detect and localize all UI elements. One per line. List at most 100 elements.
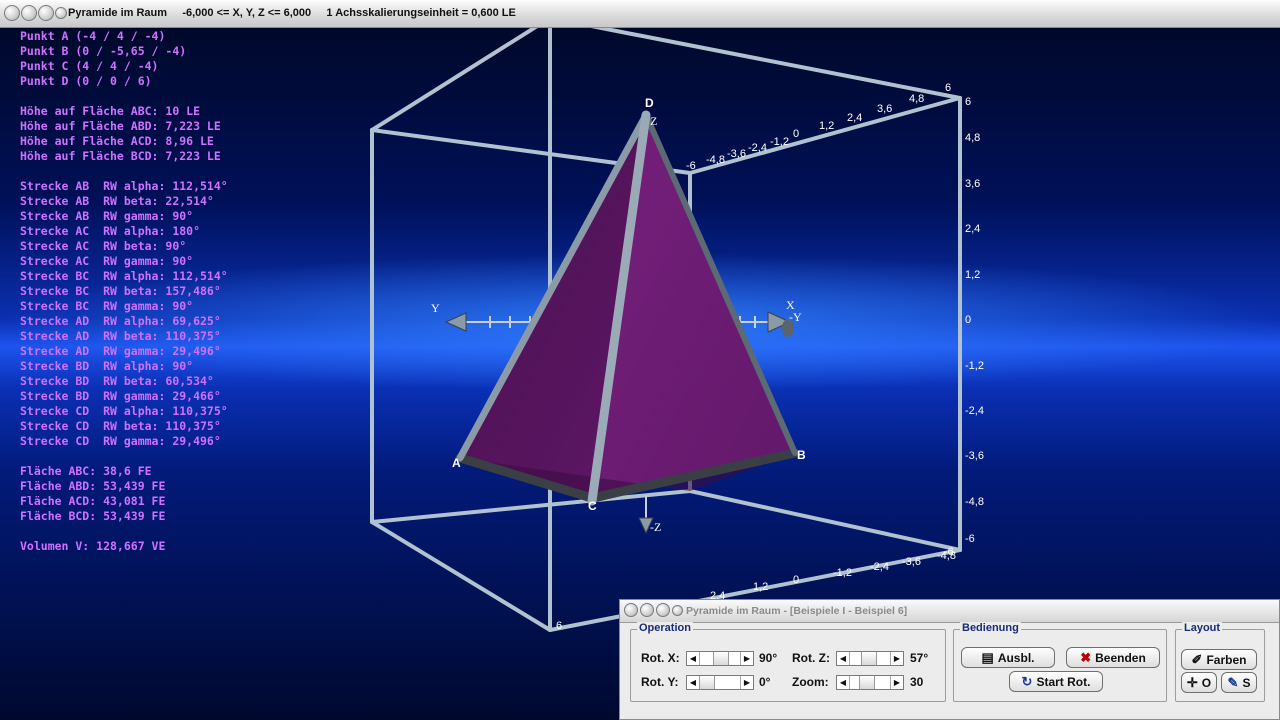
vertex-label-c: C [588,499,597,513]
rot-x-label: Rot. X: [641,651,680,665]
bedienung-group: Bedienung ▤ Ausbl. ✖ Beenden ↻ Start Rot… [953,622,1167,702]
vertex-label-d: D [645,96,654,110]
axis-label-neg-y: -Y [789,310,802,324]
rot-z-slider[interactable]: ◀ ▶ [836,651,904,666]
info-line: Strecke BD RW beta: 60,534° [20,374,214,388]
info-line: Höhe auf Fläche ABD: 7,223 LE [20,119,221,133]
axis-label-z: Z [650,114,657,128]
layout-group: Layout ✐ Farben ✛ O ✎ S [1175,622,1265,702]
info-line: Fläche ABD: 53,439 FE [20,479,166,493]
rot-y-label: Rot. Y: [641,675,679,689]
window-close-button[interactable] [4,5,20,21]
operation-group-label: Operation [637,622,693,634]
rot-z-left-arrow-icon[interactable]: ◀ [837,652,850,665]
o-button[interactable]: ✛ O [1181,672,1217,693]
zoom-slider[interactable]: ◀ ▶ [836,675,904,690]
top-scale-tick: 1,2 [819,120,834,132]
right-scale-tick: -3,6 [965,450,984,462]
right-scale-tick: -6 [965,533,975,545]
zoom-thumb[interactable] [859,676,875,689]
rot-z-label: Rot. Z: [792,651,830,665]
control-title: Pyramide im Raum - [Beispiele I - Beispi… [686,605,908,617]
main-title-bar: Pyramide im Raum -6,000 <= X, Y, Z <= 6,… [0,0,1280,28]
axis-label-y: Y [431,301,440,315]
control-close-button[interactable] [624,603,638,617]
vertex-label-a: A [452,456,461,470]
layout-group-label: Layout [1182,622,1223,634]
right-scale-tick: -1,2 [965,360,984,372]
zoom-label: Zoom: [792,675,829,689]
rot-y-thumb[interactable] [699,676,715,689]
top-scale-tick: -4,8 [706,154,725,166]
beenden-button[interactable]: ✖ Beenden [1066,647,1160,668]
right-scale-tick: 2,4 [965,223,980,235]
info-panel: Punkt A (-4 / 4 / -4) Punkt B (0 / -5,65 … [20,29,228,554]
top-scale-tick: 6 [945,82,951,94]
rot-x-value: 90° [759,651,778,665]
info-line: Strecke AB RW gamma: 90° [20,209,194,223]
info-line: Strecke AC RW beta: 90° [20,239,187,253]
info-line: Fläche ACD: 43,081 FE [20,494,166,508]
right-scale-tick: 3,6 [965,178,980,190]
info-spacer [20,524,228,539]
ausbl-button-label: Ausbl. [997,650,1035,665]
start-rot-button[interactable]: ↻ Start Rot. [1009,671,1103,692]
right-scale-tick: 1,2 [965,269,980,281]
info-spacer [20,89,228,104]
rot-z-value: 57° [910,651,929,665]
bottom-scale-tick: -3,6 [902,556,921,568]
info-line: Strecke AB RW beta: 22,514° [20,194,214,208]
rot-x-left-arrow-icon[interactable]: ◀ [687,652,700,665]
beenden-button-label: Beenden [1095,650,1146,665]
frame-edge [370,489,692,524]
right-scale-tick: -2,4 [965,405,984,417]
bottom-scale-tick: -1,2 [833,567,852,579]
bottom-scale-tick: 6 [556,620,562,632]
vertex-label-b: B [797,448,806,462]
frame-edge [370,28,538,132]
farben-button-label: Farben [1206,652,1247,667]
s-button[interactable]: ✎ S [1221,672,1257,693]
bottom-scale-tick: -2,4 [870,561,889,573]
info-line: Strecke CD RW beta: 110,375° [20,419,221,433]
info-line: Höhe auf Fläche ABC: 10 LE [20,104,201,118]
frame-edge [590,28,962,100]
control-minimize-button[interactable] [640,603,654,617]
control-window: Pyramide im Raum - [Beispiele I - Beispi… [619,599,1280,720]
info-line: Punkt D (0 / 0 / 6) [20,74,152,88]
control-title-bar[interactable]: Pyramide im Raum - [Beispiele I - Beispi… [620,600,1279,623]
brush-icon: ✎ [1227,675,1239,690]
rot-x-right-arrow-icon[interactable]: ▶ [740,652,753,665]
frame-edge [370,520,552,632]
o-button-label: O [1201,675,1212,690]
top-scale-tick: -2,4 [748,142,767,154]
top-scale-tick: -1,2 [770,136,789,148]
operation-group: Operation Rot. X: ◀ ▶ 90° Rot. Y: ◀ ▶ 0°… [630,622,946,702]
info-line: Strecke AC RW gamma: 90° [20,254,194,268]
info-line: Fläche ABC: 38,6 FE [20,464,152,478]
rot-z-right-arrow-icon[interactable]: ▶ [890,652,903,665]
zoom-right-arrow-icon[interactable]: ▶ [890,676,903,689]
control-menu-icon[interactable] [672,605,683,616]
window-maximize-button[interactable] [38,5,54,21]
info-line: Strecke AB RW alpha: 112,514° [20,179,228,193]
info-line: Strecke CD RW gamma: 29,496° [20,434,221,448]
right-scale-tick: -4,8 [965,496,984,508]
top-scale: -6 -4,8 -3,6 -2,4 -1,2 0 1,2 2,4 3,6 4,8… [686,82,951,172]
rot-z-thumb[interactable] [861,652,877,665]
info-line: Volumen V: 128,667 VE [20,539,166,553]
info-line: Strecke AD RW gamma: 29,496° [20,344,221,358]
info-spacer [20,449,228,464]
rot-x-slider[interactable]: ◀ ▶ [686,651,754,666]
zoom-left-arrow-icon[interactable]: ◀ [837,676,850,689]
control-maximize-button[interactable] [656,603,670,617]
farben-button[interactable]: ✐ Farben [1181,649,1257,670]
rot-y-slider[interactable]: ◀ ▶ [686,675,754,690]
top-scale-tick: 4,8 [909,93,924,105]
ausbl-button[interactable]: ▤ Ausbl. [961,647,1055,668]
info-line: Punkt B (0 / -5,65 / -4) [20,44,187,58]
rot-x-thumb[interactable] [713,652,729,665]
window-menu-icon[interactable] [55,7,67,19]
window-minimize-button[interactable] [21,5,37,21]
rot-y-right-arrow-icon[interactable]: ▶ [740,676,753,689]
